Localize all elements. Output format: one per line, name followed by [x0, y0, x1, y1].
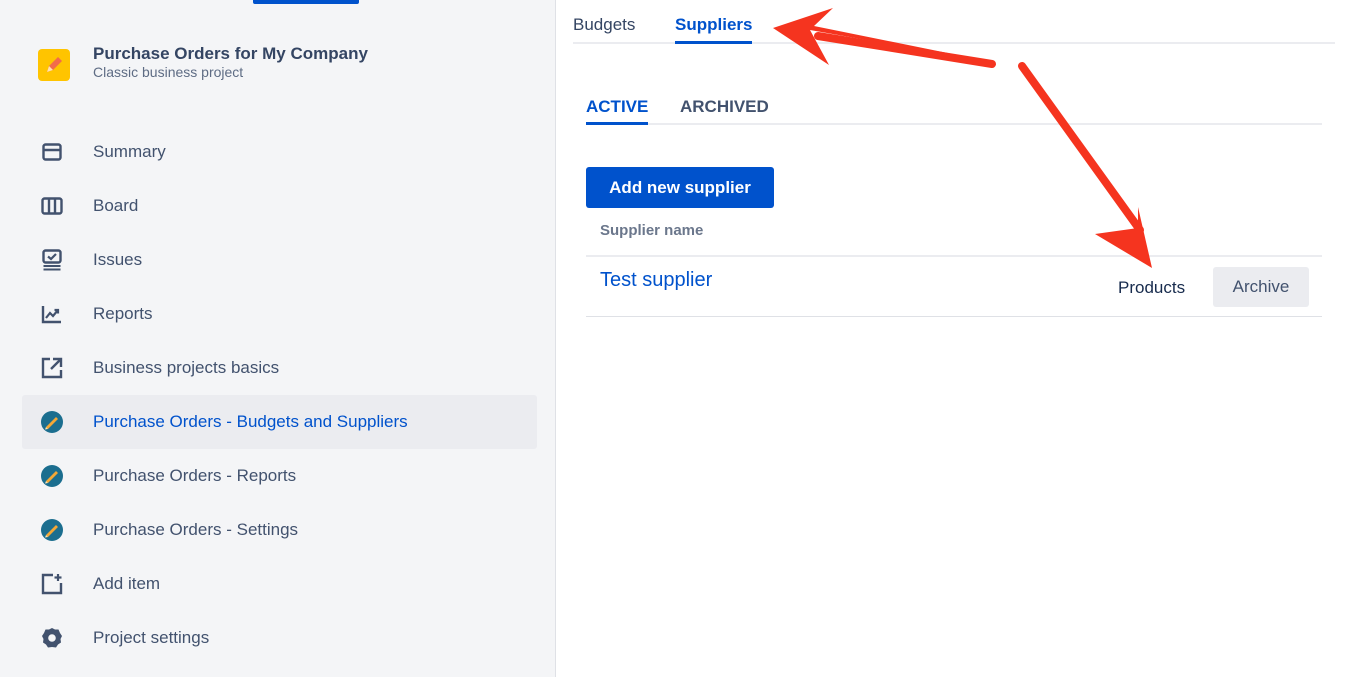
sidebar-item-add-item[interactable]: Add item — [22, 557, 537, 611]
sidebar-item-label: Project settings — [93, 628, 210, 647]
sidebar-item-label: Summary — [93, 142, 166, 161]
app-icon — [39, 409, 65, 435]
project-type: Classic business project — [93, 64, 244, 80]
app-icon — [39, 463, 65, 489]
issues-icon — [39, 247, 65, 273]
sub-tabs: ACTIVE ARCHIVED — [586, 95, 1322, 125]
external-link-icon — [39, 355, 65, 381]
sidebar-item-project-settings[interactable]: Project settings — [22, 611, 537, 665]
sidebar-item-po-budgets-suppliers[interactable]: Purchase Orders - Budgets and Suppliers — [22, 395, 537, 449]
sidebar-item-label: Reports — [93, 304, 153, 323]
project-name[interactable]: Purchase Orders for My Company — [93, 44, 368, 64]
column-header-supplier-name: Supplier name — [600, 222, 704, 239]
tab-suppliers[interactable]: Suppliers — [675, 15, 753, 44]
sidebar: Purchase Orders for My Company Classic b… — [0, 0, 556, 677]
tab-budgets[interactable]: Budgets — [573, 15, 635, 35]
sidebar-item-label: Board — [93, 196, 139, 215]
sidebar-item-label: Business projects basics — [93, 358, 280, 377]
supplier-name-link[interactable]: Test supplier — [600, 269, 712, 292]
top-nav-indicator — [253, 0, 359, 4]
tab-active[interactable]: ACTIVE — [586, 97, 649, 125]
sidebar-item-label: Issues — [93, 250, 143, 269]
sidebar-item-reports[interactable]: Reports — [22, 287, 537, 341]
add-item-icon — [39, 571, 65, 597]
app-icon — [39, 517, 65, 543]
sidebar-item-label: Purchase Orders - Settings — [93, 520, 299, 539]
sidebar-nav: Summary Board Issues Reports Business pr… — [22, 125, 537, 665]
table-row: Test supplier Products Archive — [586, 255, 1322, 317]
tab-archived[interactable]: ARCHIVED — [680, 97, 769, 117]
sidebar-item-label: Add item — [93, 574, 161, 593]
sidebar-item-po-settings[interactable]: Purchase Orders - Settings — [22, 503, 537, 557]
products-link[interactable]: Products — [1118, 278, 1185, 298]
add-new-supplier-button[interactable]: Add new supplier — [586, 167, 774, 208]
main-content: Budgets Suppliers ACTIVE ARCHIVED Add ne… — [557, 0, 1346, 677]
summary-icon — [39, 139, 65, 165]
sidebar-item-po-reports[interactable]: Purchase Orders - Reports — [22, 449, 537, 503]
sidebar-item-label: Purchase Orders - Budgets and Suppliers — [93, 412, 408, 431]
sidebar-item-business-projects-basics[interactable]: Business projects basics — [22, 341, 537, 395]
board-icon — [39, 193, 65, 219]
sidebar-item-board[interactable]: Board — [22, 179, 537, 233]
gear-icon — [39, 625, 65, 651]
project-avatar-icon — [38, 49, 70, 81]
project-header: Purchase Orders for My Company Classic b… — [38, 44, 368, 81]
sidebar-item-summary[interactable]: Summary — [22, 125, 537, 179]
sidebar-item-label: Purchase Orders - Reports — [93, 466, 297, 485]
archive-button[interactable]: Archive — [1213, 267, 1309, 307]
sidebar-item-issues[interactable]: Issues — [22, 233, 537, 287]
reports-icon — [39, 301, 65, 327]
top-tabs: Budgets Suppliers — [573, 0, 1335, 44]
